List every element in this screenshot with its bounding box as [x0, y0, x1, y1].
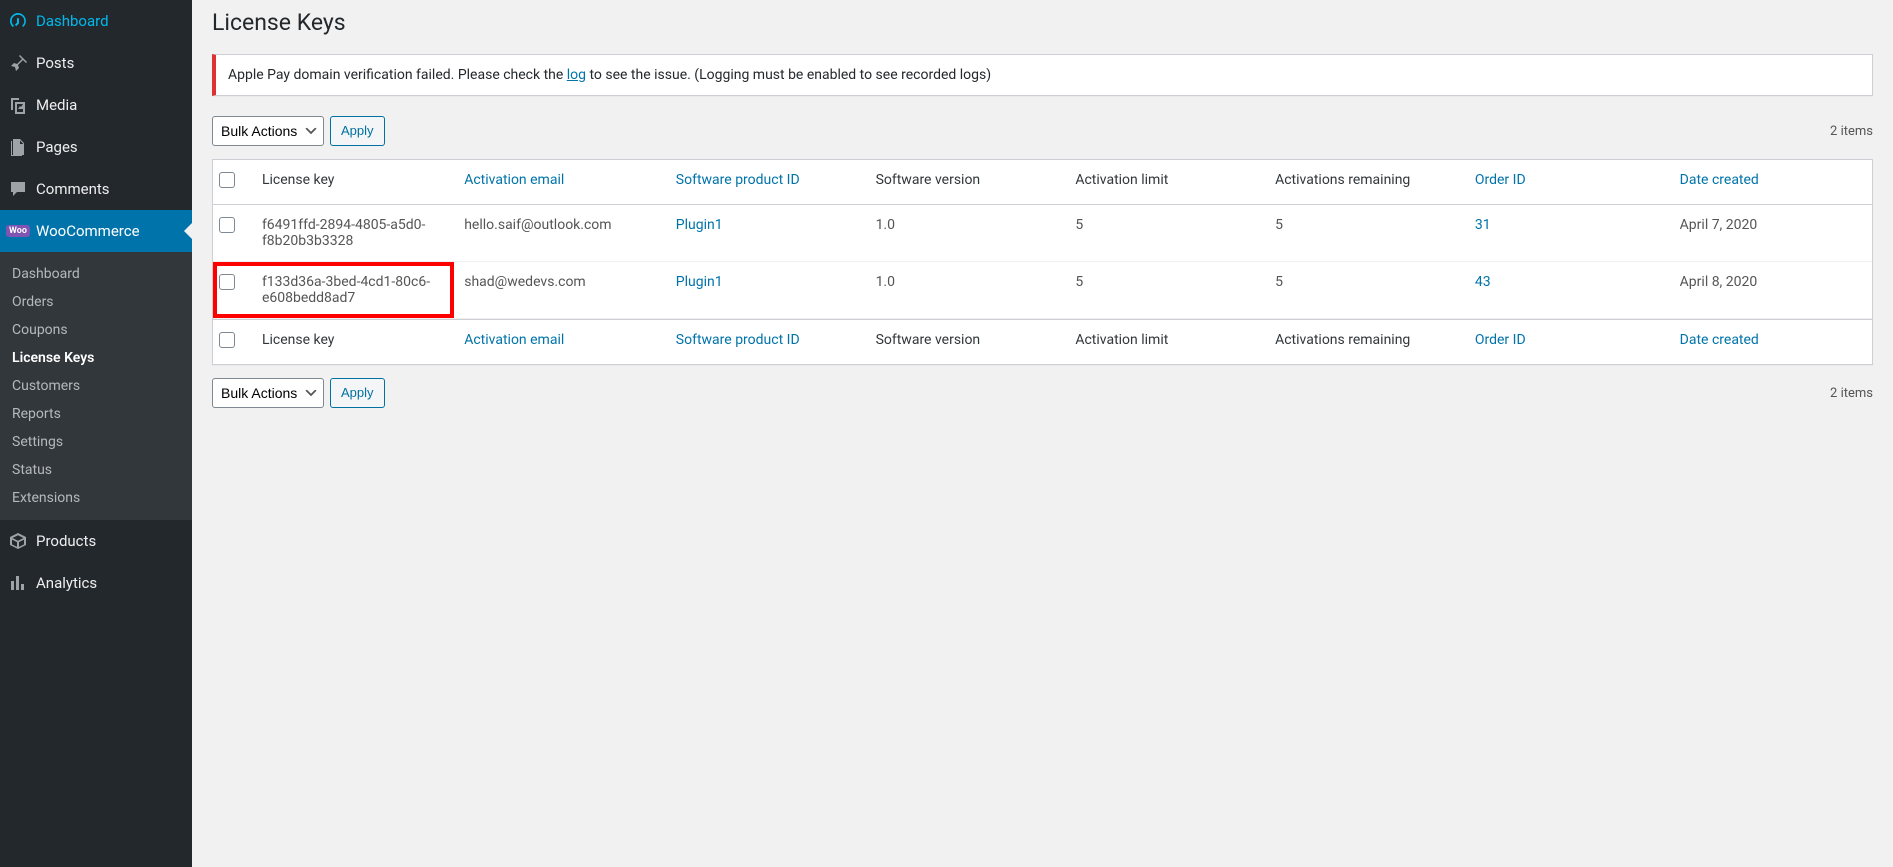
cell-version: 1.0 — [866, 205, 1066, 262]
cell-email: shad@wedevs.com — [454, 262, 666, 319]
items-count-top: 2 items — [1830, 124, 1873, 139]
col-header-license-key: License key — [252, 160, 454, 205]
media-icon — [0, 95, 36, 115]
col-header-order-id[interactable]: Order ID — [1475, 172, 1526, 188]
col-header-version: Software version — [866, 160, 1066, 205]
col-footer-date[interactable]: Date created — [1680, 332, 1759, 348]
apply-button-top[interactable]: Apply — [330, 116, 385, 146]
col-footer-product-id[interactable]: Software product ID — [676, 332, 800, 348]
sidebar-item-media[interactable]: Media — [0, 84, 192, 126]
products-icon — [0, 531, 36, 551]
row-checkbox[interactable] — [219, 217, 235, 233]
select-all-bottom[interactable] — [219, 332, 235, 348]
select-all-top[interactable] — [219, 172, 235, 188]
cell-order[interactable]: 43 — [1475, 274, 1491, 290]
error-notice: Apple Pay domain verification failed. Pl… — [212, 54, 1873, 96]
bulk-actions-select-top[interactable]: Bulk Actions — [212, 116, 324, 146]
notice-text-before: Apple Pay domain verification failed. Pl… — [228, 67, 567, 83]
col-header-activation-email[interactable]: Activation email — [464, 172, 564, 188]
sidebar-item-label: Analytics — [36, 574, 97, 592]
cell-license-key: f133d36a-3bed-4cd1-80c6-e608bedd8ad7 — [252, 262, 454, 319]
sidebar-item-label: Posts — [36, 54, 74, 72]
col-footer-order-id[interactable]: Order ID — [1475, 332, 1526, 348]
sidebar-item-label: WooCommerce — [36, 222, 140, 240]
woo-submenu: DashboardOrdersCouponsLicense KeysCustom… — [0, 252, 192, 520]
sidebar-item-label: Dashboard — [36, 12, 109, 30]
woo-icon: Woo — [0, 225, 36, 237]
analytics-icon — [0, 573, 36, 593]
sidebar-item-label: Media — [36, 96, 77, 114]
cell-limit: 5 — [1065, 262, 1265, 319]
submenu-item-orders[interactable]: Orders — [0, 288, 192, 316]
cell-version: 1.0 — [866, 262, 1066, 319]
submenu-item-status[interactable]: Status — [0, 456, 192, 484]
sidebar-item-comments[interactable]: Comments — [0, 168, 192, 210]
col-footer-license-key: License key — [252, 319, 454, 364]
license-keys-table: License key Activation email Software pr… — [212, 159, 1873, 365]
sidebar-item-products[interactable]: Products — [0, 520, 192, 562]
col-header-remaining: Activations remaining — [1265, 160, 1465, 205]
sidebar-item-posts[interactable]: Posts — [0, 42, 192, 84]
sidebar-item-dashboard[interactable]: Dashboard — [0, 0, 192, 42]
cell-order[interactable]: 31 — [1475, 217, 1491, 233]
cell-product[interactable]: Plugin1 — [676, 274, 723, 290]
sidebar-item-label: Products — [36, 532, 96, 550]
apply-button-bottom[interactable]: Apply — [330, 378, 385, 408]
sidebar-item-woocommerce[interactable]: WooWooCommerce — [0, 210, 192, 252]
bulk-actions-select-bottom[interactable]: Bulk Actions — [212, 378, 324, 408]
cell-email: hello.saif@outlook.com — [454, 205, 666, 262]
main-content: License Keys Apple Pay domain verificati… — [192, 0, 1893, 461]
submenu-item-reports[interactable]: Reports — [0, 400, 192, 428]
tablenav-bottom: Bulk Actions Apply 2 items — [212, 373, 1873, 413]
col-footer-version: Software version — [866, 319, 1066, 364]
cell-remaining: 5 — [1265, 262, 1465, 319]
table-row: f6491ffd-2894-4805-a5d0-f8b20b3b3328hell… — [213, 205, 1872, 262]
cell-date: April 7, 2020 — [1670, 205, 1872, 262]
submenu-item-extensions[interactable]: Extensions — [0, 484, 192, 512]
cell-license-key: f6491ffd-2894-4805-a5d0-f8b20b3b3328 — [252, 205, 454, 262]
pages-icon — [0, 137, 36, 157]
submenu-item-settings[interactable]: Settings — [0, 428, 192, 456]
pin-icon — [0, 53, 36, 73]
sidebar-item-label: Comments — [36, 180, 110, 198]
submenu-item-coupons[interactable]: Coupons — [0, 316, 192, 344]
col-header-limit: Activation limit — [1065, 160, 1265, 205]
cell-limit: 5 — [1065, 205, 1265, 262]
col-footer-activation-email[interactable]: Activation email — [464, 332, 564, 348]
tablenav-top: Bulk Actions Apply 2 items — [212, 111, 1873, 151]
row-checkbox[interactable] — [219, 274, 235, 290]
col-header-date[interactable]: Date created — [1680, 172, 1759, 188]
admin-sidebar: Dashboard Posts Media Pages Comments WooWooCo… — [0, 0, 192, 867]
dashboard-icon — [0, 11, 36, 31]
items-count-bottom: 2 items — [1830, 386, 1873, 401]
submenu-item-customers[interactable]: Customers — [0, 372, 192, 400]
col-footer-remaining: Activations remaining — [1265, 319, 1465, 364]
submenu-item-license-keys[interactable]: License Keys — [0, 344, 192, 372]
table-row: f133d36a-3bed-4cd1-80c6-e608bedd8ad7shad… — [213, 262, 1872, 319]
page-title: License Keys — [212, 0, 1873, 40]
comments-icon — [0, 179, 36, 199]
cell-product[interactable]: Plugin1 — [676, 217, 723, 233]
col-header-product-id[interactable]: Software product ID — [676, 172, 800, 188]
sidebar-item-pages[interactable]: Pages — [0, 126, 192, 168]
sidebar-item-analytics[interactable]: Analytics — [0, 562, 192, 604]
col-footer-limit: Activation limit — [1065, 319, 1265, 364]
sidebar-item-label: Pages — [36, 138, 78, 156]
cell-date: April 8, 2020 — [1670, 262, 1872, 319]
cell-remaining: 5 — [1265, 205, 1465, 262]
submenu-item-dashboard[interactable]: Dashboard — [0, 260, 192, 288]
notice-log-link[interactable]: log — [567, 67, 586, 83]
notice-text-after: to see the issue. (Logging must be enabl… — [586, 67, 991, 83]
